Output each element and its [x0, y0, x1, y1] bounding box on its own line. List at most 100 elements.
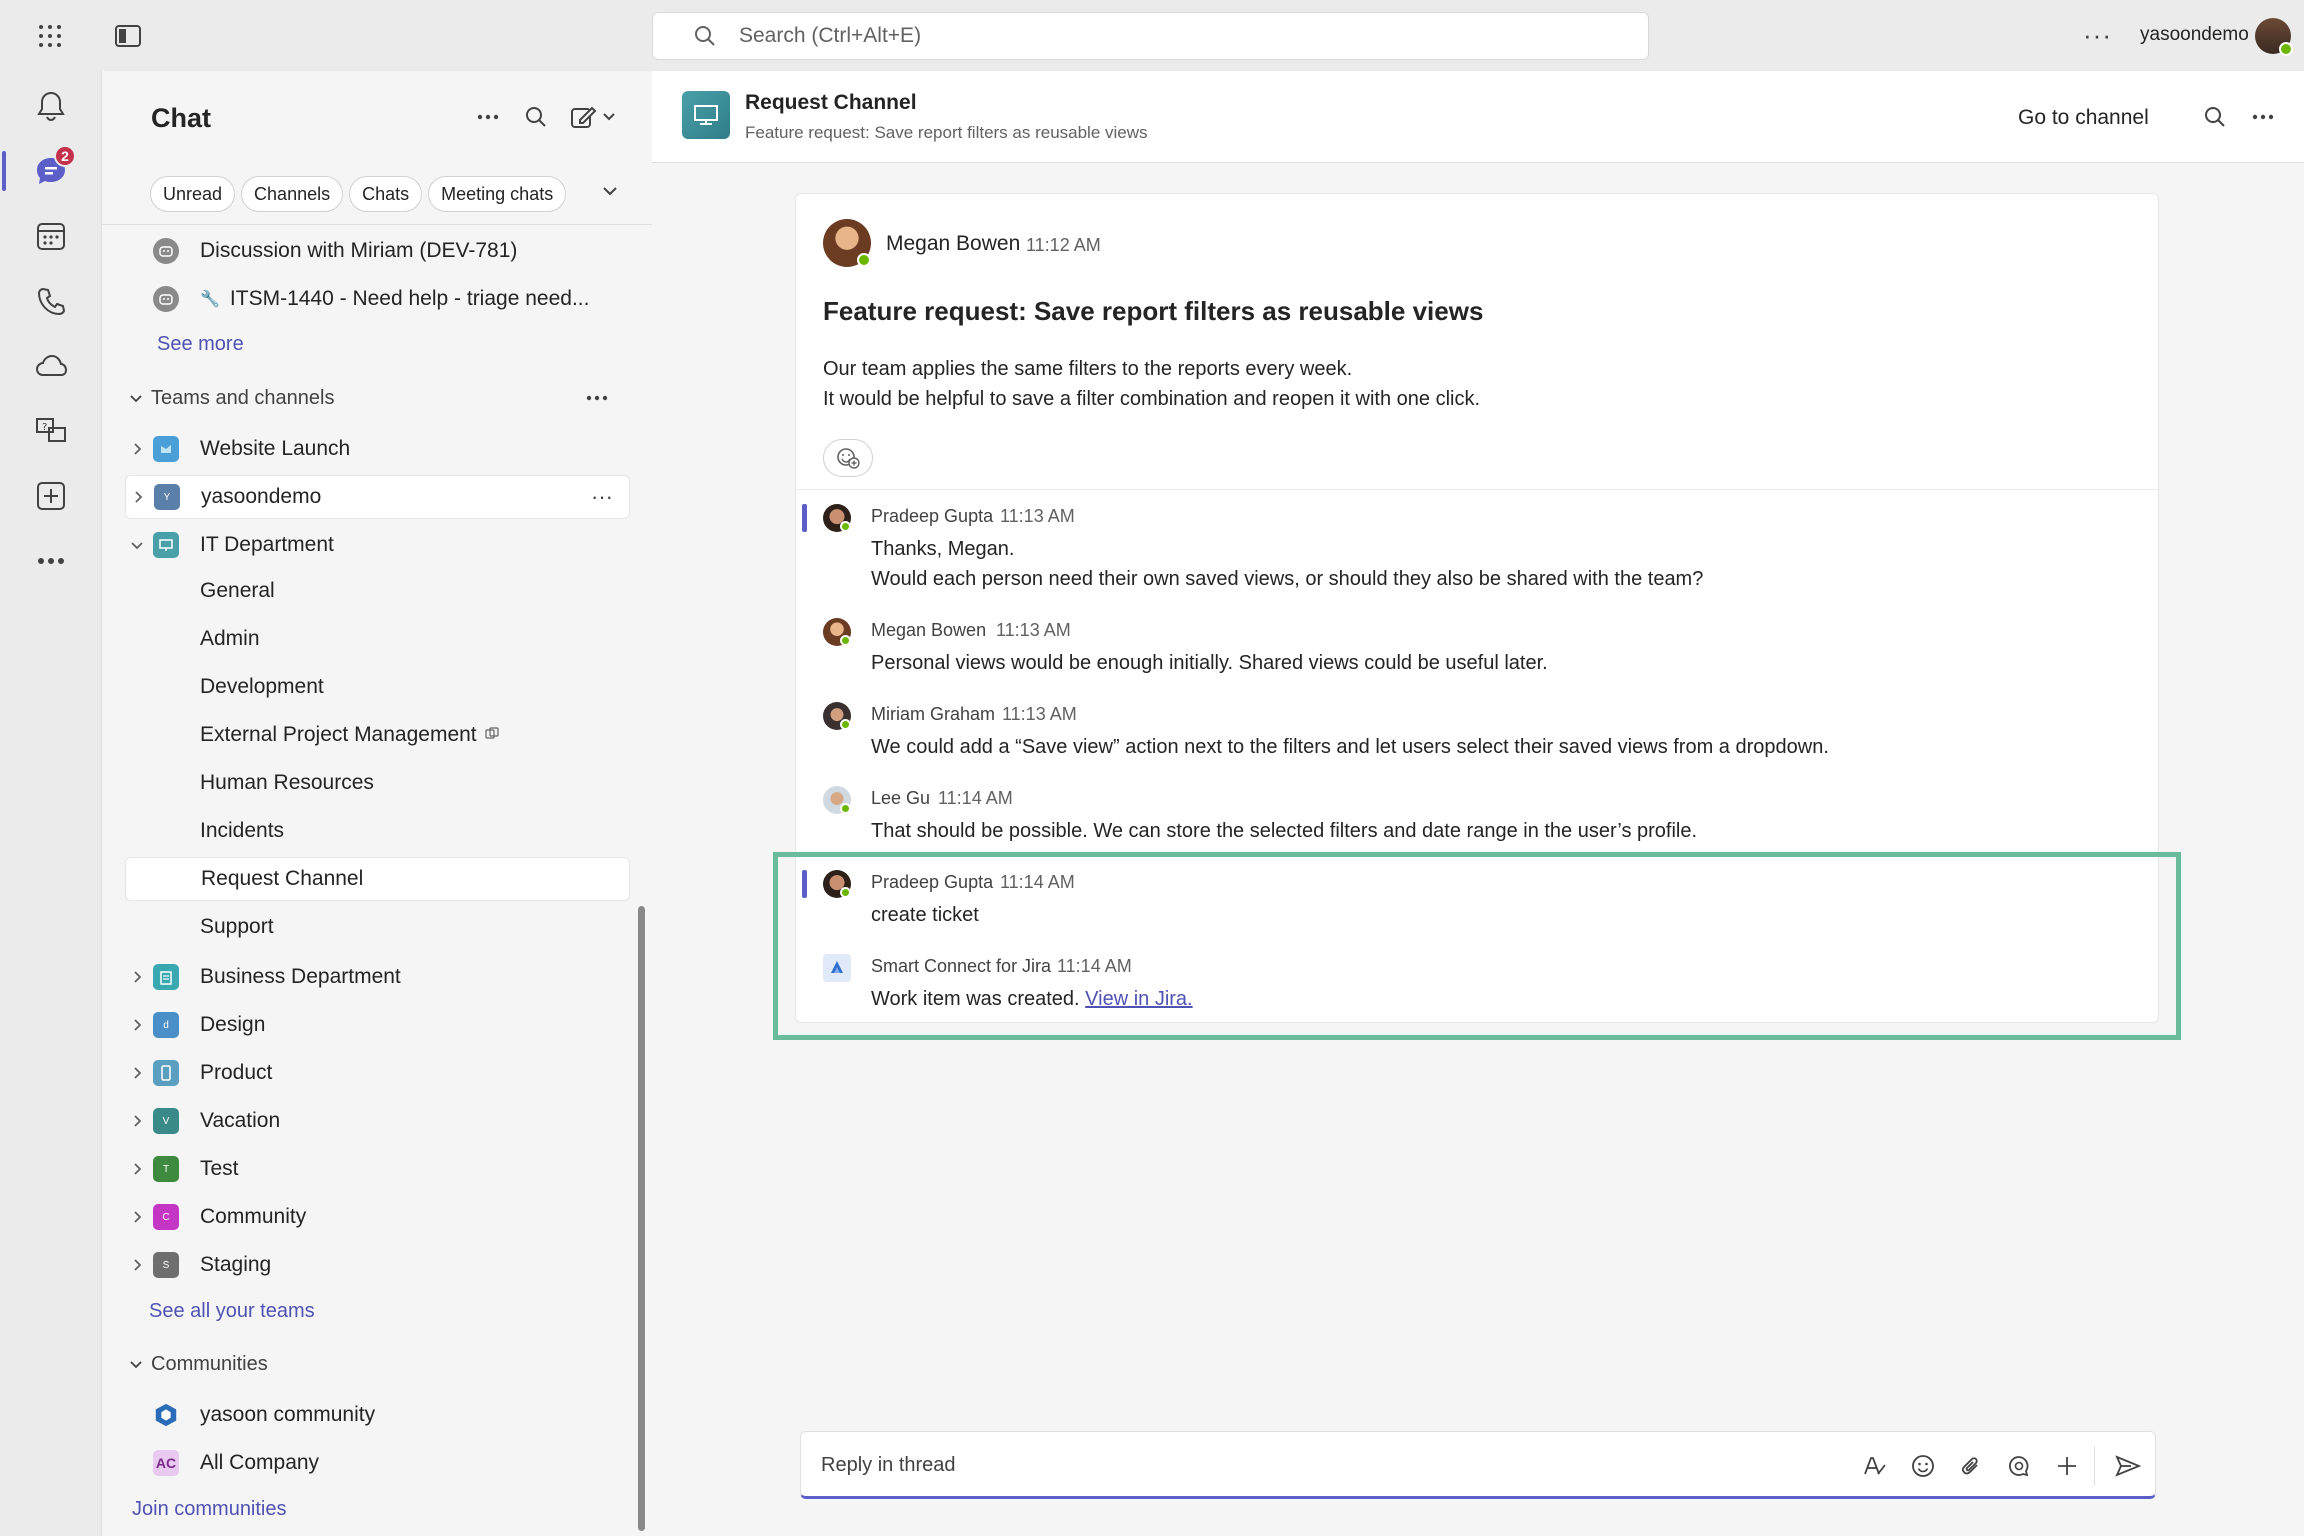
channel-request-channel[interactable]: Request Channel — [125, 857, 630, 901]
channel-monitor-icon — [682, 91, 730, 139]
team-business-department[interactable]: Business Department — [125, 955, 630, 999]
sidebar-scrollbar[interactable] — [638, 906, 645, 1531]
sidebar-toggle-icon[interactable] — [110, 18, 146, 54]
bot-icon — [153, 286, 179, 312]
header-search-icon[interactable] — [2199, 101, 2231, 133]
filter-meeting-chats[interactable]: Meeting chats — [428, 176, 567, 212]
team-staging[interactable]: S Staging — [125, 1243, 630, 1287]
filter-unread[interactable]: Unread — [150, 176, 236, 212]
join-communities-link[interactable]: Join communities — [132, 1498, 287, 1521]
team-more-icon[interactable]: ··· — [591, 484, 613, 510]
thread-subtitle: Feature request: Save report filters as … — [745, 123, 1148, 142]
attach-icon[interactable] — [1955, 1450, 1987, 1482]
header-more-icon[interactable] — [2247, 101, 2279, 133]
channel-label: Request Channel — [201, 867, 364, 890]
channel-human-resources[interactable]: Human Resources — [125, 761, 630, 805]
chevron-right-icon — [129, 1113, 145, 1129]
more-icon — [37, 558, 64, 564]
format-icon[interactable] — [1859, 1450, 1891, 1482]
reply-text: We could add a “Save view” action next t… — [871, 732, 1829, 762]
search-box[interactable]: Search (Ctrl+Alt+E) — [652, 12, 1649, 60]
chevron-right-icon — [129, 1209, 145, 1225]
emoji-icon[interactable] — [1907, 1450, 1939, 1482]
channel-external-project-management[interactable]: External Project Management — [125, 713, 630, 757]
app-launcher-icon[interactable] — [32, 18, 68, 54]
user-avatar[interactable] — [2255, 18, 2293, 56]
go-to-channel-button[interactable]: Go to channel — [2018, 106, 2149, 130]
bell-icon — [36, 91, 65, 122]
community-yasoon[interactable]: yasoon community — [125, 1393, 630, 1437]
section-title: Communities — [151, 1352, 268, 1375]
team-yasoondemo[interactable]: Y yasoondemo ··· — [125, 475, 630, 519]
chat-item-discussion-miriam[interactable]: Discussion with Miriam (DEV-781) — [125, 229, 630, 273]
rail-apps[interactable] — [0, 466, 101, 526]
new-chat-icon[interactable] — [568, 101, 620, 133]
reply-line: Would each person need their own saved v… — [871, 568, 1704, 590]
team-website-launch[interactable]: Website Launch — [125, 427, 630, 471]
presence-available-icon — [840, 635, 851, 646]
avatar[interactable] — [823, 618, 851, 646]
section-title: Teams and channels — [151, 386, 335, 409]
main-pane: Request Channel Feature request: Save re… — [652, 71, 2304, 1536]
username[interactable]: yasoondemo — [2140, 24, 2249, 46]
avatar[interactable] — [823, 702, 851, 730]
team-vacation[interactable]: V Vacation — [125, 1099, 630, 1143]
avatar[interactable] — [823, 219, 871, 267]
reply-author[interactable]: Pradeep Gupta — [871, 506, 993, 527]
loop-icon[interactable] — [2003, 1450, 2035, 1482]
settings-more-button[interactable]: ··· — [2083, 20, 2112, 51]
bot-icon — [153, 238, 179, 264]
channel-development[interactable]: Development — [125, 665, 630, 709]
team-label: Community — [200, 1205, 307, 1228]
rail-onedrive[interactable] — [0, 336, 101, 396]
channel-support[interactable]: Support — [125, 905, 630, 949]
rail-chat[interactable]: 2 — [0, 141, 101, 201]
teams-channels-header[interactable]: Teams and channels — [125, 380, 334, 416]
communities-header[interactable]: Communities — [125, 1346, 268, 1382]
channel-label: Human Resources — [200, 771, 374, 794]
presence-available-icon — [840, 803, 851, 814]
rail-calendar[interactable] — [0, 206, 101, 266]
sidebar-search-icon[interactable] — [520, 101, 552, 133]
phone-icon — [37, 287, 65, 316]
community-all-company[interactable]: AC All Company — [125, 1441, 630, 1485]
presence-available-icon — [857, 253, 871, 267]
team-label: Vacation — [200, 1109, 281, 1132]
channel-admin[interactable]: Admin — [125, 617, 630, 661]
post-title: Feature request: Save report filters as … — [823, 296, 1484, 326]
rail-calls[interactable] — [0, 271, 101, 331]
sidebar-more-icon[interactable] — [472, 101, 504, 133]
chat-item-itsm-1440[interactable]: 🔧 ITSM-1440 - Need help - triage need... — [125, 277, 630, 321]
send-icon[interactable] — [2112, 1450, 2144, 1482]
reply-author[interactable]: Lee Gu — [871, 788, 930, 809]
filter-channels[interactable]: Channels — [241, 176, 344, 212]
see-more-link[interactable]: See more — [157, 333, 244, 356]
team-it-department[interactable]: IT Department — [125, 523, 630, 567]
team-design[interactable]: d Design — [125, 1003, 630, 1047]
rail-help[interactable]: ? — [0, 401, 101, 461]
team-community[interactable]: C Community — [125, 1195, 630, 1239]
post-body: Our team applies the same filters to the… — [823, 354, 1480, 414]
avatar[interactable] — [823, 786, 851, 814]
add-reaction-button[interactable] — [823, 439, 873, 477]
teams-more-icon[interactable] — [586, 388, 608, 406]
reply-author[interactable]: Megan Bowen — [871, 620, 986, 641]
see-all-teams-link[interactable]: See all your teams — [149, 1300, 315, 1323]
team-test[interactable]: T Test — [125, 1147, 630, 1191]
channel-general[interactable]: General — [125, 569, 630, 613]
channel-incidents[interactable]: Incidents — [125, 809, 630, 853]
rail-activity[interactable] — [0, 76, 101, 136]
post-author[interactable]: Megan Bowen — [886, 232, 1020, 256]
reply-composer[interactable]: Reply in thread — [800, 1431, 2156, 1499]
top-bar: Search (Ctrl+Alt+E) ··· yasoondemo — [0, 0, 2304, 71]
channel-label: Incidents — [200, 819, 285, 842]
avatar[interactable] — [823, 504, 851, 532]
team-label: IT Department — [200, 533, 334, 556]
reply-author[interactable]: Miriam Graham — [871, 704, 995, 725]
filter-chats[interactable]: Chats — [349, 176, 423, 212]
team-product[interactable]: Product — [125, 1051, 630, 1095]
rail-more[interactable] — [0, 531, 101, 591]
add-icon[interactable] — [2051, 1450, 2083, 1482]
filter-dropdown-chevron-icon[interactable] — [602, 183, 618, 201]
chevron-right-icon — [129, 441, 145, 457]
